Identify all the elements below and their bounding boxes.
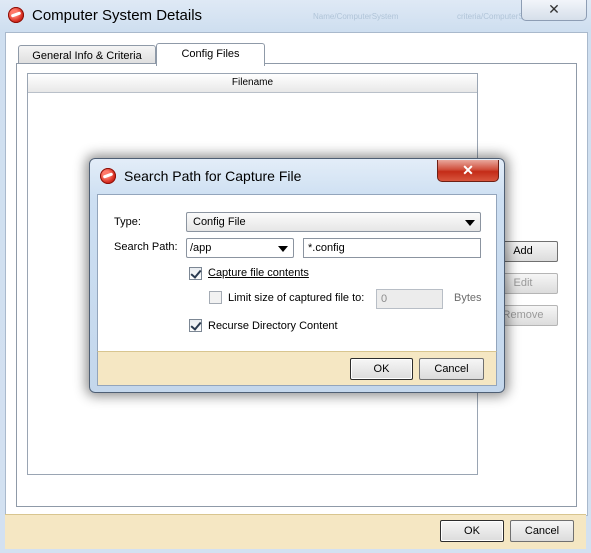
- limit-size-checkbox[interactable]: [209, 291, 222, 304]
- checkmark-icon: [190, 319, 202, 331]
- capture-contents-checkbox[interactable]: [189, 267, 202, 280]
- dialog-title: Search Path for Capture File: [124, 168, 302, 184]
- search-path-value: /app: [190, 242, 212, 254]
- dialog-body: Type: Config File Search Path: /app *.co…: [97, 194, 497, 352]
- tab-general-info-criteria[interactable]: General Info & Criteria: [18, 45, 156, 64]
- type-dropdown-value: Config File: [193, 216, 246, 228]
- search-path-label: Search Path:: [114, 241, 178, 253]
- close-icon: ✕: [462, 162, 474, 178]
- cancel-button[interactable]: Cancel: [510, 520, 574, 542]
- window-title-bar: Computer System Details: [8, 5, 202, 25]
- app-logo-icon: [100, 168, 116, 184]
- type-dropdown[interactable]: Config File: [186, 212, 481, 232]
- search-path-dialog: Search Path for Capture File ✕ Type: Con…: [89, 158, 505, 393]
- ok-button[interactable]: OK: [440, 520, 504, 542]
- tab-config-files[interactable]: Config Files: [156, 43, 265, 66]
- capture-contents-label[interactable]: Capture file contents: [208, 267, 309, 279]
- ghost-text: Name/ComputerSystem: [313, 12, 399, 21]
- dialog-cancel-button[interactable]: Cancel: [419, 358, 484, 380]
- limit-size-unit: Bytes: [454, 292, 482, 304]
- limit-size-input[interactable]: 0: [376, 289, 443, 309]
- recurse-directory-checkbox[interactable]: [189, 319, 202, 332]
- column-header-filename[interactable]: Filename: [28, 74, 477, 93]
- type-label: Type:: [114, 216, 141, 228]
- close-icon: ✕: [548, 1, 560, 17]
- dialog-ok-button[interactable]: OK: [350, 358, 413, 380]
- search-path-dropdown[interactable]: /app: [186, 238, 294, 258]
- limit-size-label: Limit size of captured file to:: [228, 292, 365, 304]
- dialog-title-bar: Search Path for Capture File: [100, 168, 301, 184]
- checkmark-icon: [190, 267, 202, 279]
- app-logo-icon: [8, 7, 24, 23]
- chevron-down-icon: [278, 246, 288, 252]
- chevron-down-icon: [465, 220, 475, 226]
- window-close-button[interactable]: ✕: [521, 0, 587, 21]
- file-pattern-input[interactable]: *.config: [303, 238, 481, 258]
- dialog-close-button[interactable]: ✕: [437, 160, 499, 182]
- window-title: Computer System Details: [32, 6, 203, 24]
- recurse-directory-label[interactable]: Recurse Directory Content: [208, 320, 338, 332]
